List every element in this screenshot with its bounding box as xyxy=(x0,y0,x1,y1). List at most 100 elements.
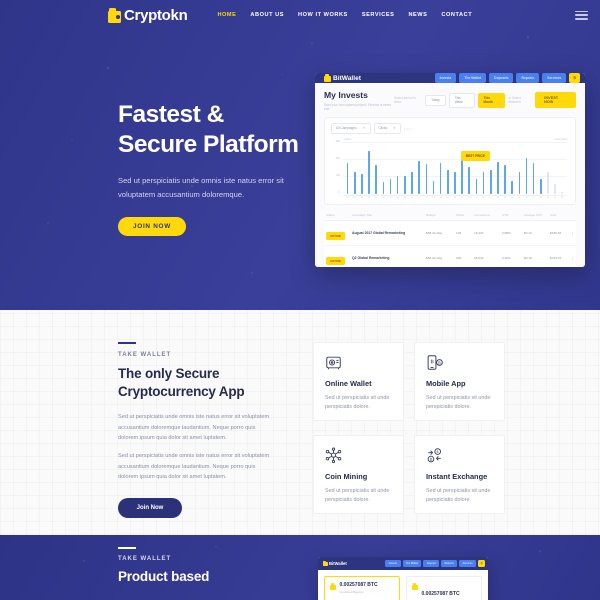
logo-text: Cryptokn xyxy=(124,6,188,24)
product-nav-the-wallet[interactable]: The Wallet xyxy=(402,560,422,567)
svg-text:₿: ₿ xyxy=(430,456,433,461)
features-paragraph-2: Sed ut perspiciatis unde omnis iste natu… xyxy=(118,453,270,481)
table-row[interactable]: ACTIVE Q2 Global Remarketing $58.44 /day… xyxy=(324,245,576,267)
nav-item-how-it-works[interactable]: HOW IT WORKS xyxy=(298,12,348,18)
features-title-line-1: The only Secure xyxy=(118,366,220,381)
col-campaign-title: Campaign Title xyxy=(352,212,373,217)
chart-bar xyxy=(408,140,415,194)
chart-more-options-icon[interactable]: ••• xyxy=(404,126,411,131)
status-badge: ACTIVE xyxy=(326,257,346,265)
product-nav-services[interactable]: Services xyxy=(459,560,477,567)
bitcoin-wallet-icon[interactable]: ₿ xyxy=(478,560,485,567)
chart-x-tick: 13 xyxy=(432,197,435,199)
join-now-secondary-button[interactable]: Join Now xyxy=(118,497,182,518)
dashboard-nav-services[interactable]: Services xyxy=(542,73,567,83)
features-paragraph-1: Sed ut perspiciatis unde omnis iste natu… xyxy=(118,414,270,442)
site-logo[interactable]: Cryptokn xyxy=(108,6,188,24)
product-eyebrow: TAKE WALLET xyxy=(118,556,172,562)
product-dashboard-logo[interactable]: BitWallet xyxy=(323,560,347,567)
row-more-icon[interactable]: ⋮ xyxy=(566,231,574,235)
invest-now-button[interactable]: INVEST NOW xyxy=(535,92,576,108)
chart-bar xyxy=(473,140,480,194)
chart-x-tick: 30 xyxy=(553,197,557,199)
chart-x-tick: 04 xyxy=(367,197,371,199)
col-impressions: Impressions xyxy=(474,212,491,217)
chart-x-tick: 03 xyxy=(360,197,364,199)
filter-today[interactable]: Today xyxy=(425,94,446,106)
product-nav-invests[interactable]: Invests xyxy=(385,560,401,567)
chart-x-tick: 22 xyxy=(496,197,500,199)
chart-x-tick: 17 xyxy=(460,197,464,199)
chart-bar xyxy=(444,140,451,194)
chart-bar xyxy=(494,140,501,194)
nav-item-contact[interactable]: CONTACT xyxy=(441,12,472,18)
ctr-value: 0.88% xyxy=(502,230,511,235)
dashboard-nav-the-wallet[interactable]: The Wallet xyxy=(459,73,487,83)
nav-item-about-us[interactable]: ABOUT US xyxy=(250,12,284,18)
campaign-select[interactable]: All Campaigns ▼ xyxy=(331,122,371,134)
chart-x-tick: 05 xyxy=(375,197,378,199)
col-cost: Cost xyxy=(550,212,557,217)
feature-card-online-wallet[interactable]: Online Wallet Sed ut perspiciatis sit un… xyxy=(313,342,404,421)
wallet-logo-icon xyxy=(108,7,121,23)
table-row[interactable]: ACTIVE August 2017 Global Remarketing $5… xyxy=(324,220,576,246)
filter-secondary-label: or Select Between xyxy=(508,96,521,104)
product-dashboard-topbar: BitWallet Invests The Wallet Deposit Rep… xyxy=(318,557,488,570)
feature-card-title: Online Wallet xyxy=(325,379,372,388)
svg-text:$: $ xyxy=(436,450,438,454)
filter-this-week[interactable]: This Week xyxy=(448,92,475,108)
metric-select[interactable]: Clicks ▼ xyxy=(373,122,402,134)
cost-value: $435.83 xyxy=(550,230,562,235)
chart-bar xyxy=(437,140,444,194)
chart-x-tick: 29 xyxy=(546,197,550,199)
chart-x-tick: 02 xyxy=(353,197,356,199)
chart-bar xyxy=(509,140,516,194)
y-tick-0: 0 xyxy=(338,190,340,194)
bitcoin-wallet-icon[interactable]: ₿ xyxy=(569,73,580,83)
impressions-value: 18,434 xyxy=(474,230,484,235)
y-tick-200: 200 xyxy=(335,156,340,160)
balance-card-available[interactable]: 0.00257087 BTC Available Balance xyxy=(406,576,482,600)
feature-card-title: Coin Mining xyxy=(325,471,368,481)
chart-bar xyxy=(466,140,473,194)
balance-card-combined[interactable]: 0.00257087 BTC Combined Balance xyxy=(324,576,400,600)
chart-x-tick: 21 xyxy=(489,197,492,199)
feature-card-instant-exchange[interactable]: $ ₿ Instant Exchange Sed ut perspiciatis… xyxy=(414,434,505,514)
feature-card-mobile-app[interactable]: ₿ ₿ Mobile App Sed ut perspiciatis sit u… xyxy=(414,342,505,421)
chart-bar xyxy=(501,140,508,194)
chart-x-tick: 07 xyxy=(389,197,392,199)
dashboard-topbar: BitWallet Invests The Wallet Deposits Re… xyxy=(315,73,585,83)
y-tick-100: 100 xyxy=(335,173,340,177)
nav-menu: HOME ABOUT US HOW IT WORKS SERVICES NEWS… xyxy=(217,12,472,18)
chart-bar xyxy=(552,140,559,194)
product-nav-reports[interactable]: Reports xyxy=(441,560,458,567)
chart-bars xyxy=(344,140,566,194)
chevron-down-icon: ▼ xyxy=(393,126,397,130)
filter-this-month[interactable]: This Month xyxy=(477,92,506,108)
impressions-value: 35,642 xyxy=(474,255,484,260)
chart-bar xyxy=(358,140,365,194)
chart-bar xyxy=(480,140,487,194)
dashboard-nav-reports[interactable]: Reports xyxy=(516,73,540,83)
chart-x-tick: 27 xyxy=(532,197,535,199)
dashboard-nav-deposits[interactable]: Deposits xyxy=(489,73,514,83)
chart-bar xyxy=(401,140,408,194)
features-title-line-2: Cryptocurrency App xyxy=(118,384,245,400)
nav-item-news[interactable]: NEWS xyxy=(408,12,427,18)
feature-card-coin-mining[interactable]: Coin Mining Sed ut perspiciatis sit unde… xyxy=(313,434,404,514)
feature-card-title: Mobile App xyxy=(426,379,466,388)
chart-bar xyxy=(530,140,537,194)
dashboard-subheading: Start your own system project. Finance i… xyxy=(324,102,392,111)
product-nav-deposit[interactable]: Deposit xyxy=(423,560,440,567)
mobile-phone-icon: ₿ ₿ xyxy=(426,354,493,373)
dashboard-logo[interactable]: BitWallet xyxy=(324,74,361,82)
nav-item-services[interactable]: SERVICES xyxy=(362,12,395,18)
balance-amount: 0.00257087 BTC xyxy=(421,591,460,597)
hamburger-menu-icon[interactable] xyxy=(575,10,588,21)
nav-item-home[interactable]: HOME xyxy=(217,12,236,18)
row-more-icon[interactable]: ⋮ xyxy=(566,256,574,260)
feature-card-text: Sed ut perspiciatis sit unde perspiciati… xyxy=(325,487,390,504)
bar-chart: Clicks Download 300 200 100 0 BEST PRICE… xyxy=(331,137,569,201)
join-now-button[interactable]: JOIN NOW xyxy=(118,216,186,236)
dashboard-nav-invests[interactable]: Invests xyxy=(434,73,457,83)
